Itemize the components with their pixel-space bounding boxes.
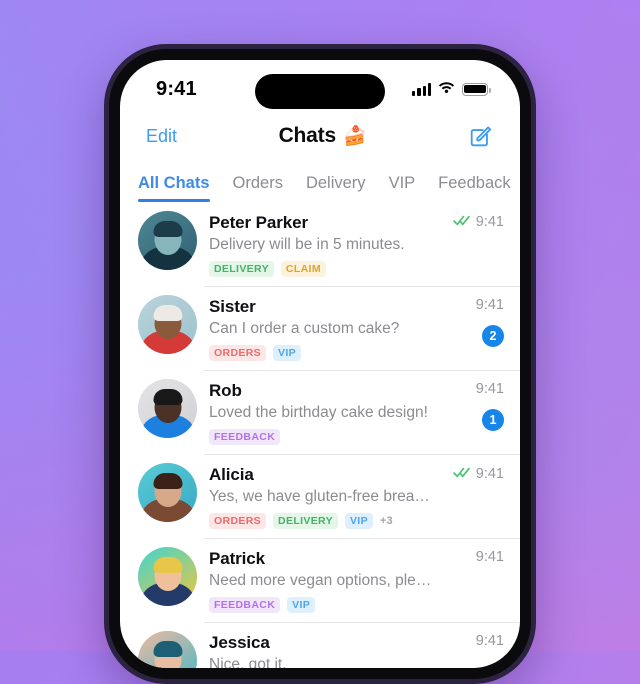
chat-preview-message: Delivery will be in 5 minutes. (209, 236, 405, 253)
compose-icon (470, 126, 492, 147)
chat-row-meta: 9:41 2 (436, 295, 504, 347)
battery-icon (462, 82, 491, 96)
wifi-icon (438, 80, 455, 98)
chat-tag-list: ORDERS DELIVERY VIP +3 (209, 512, 436, 529)
chat-tag-delivery: DELIVERY (273, 512, 338, 529)
chat-row-meta: 9:41 (436, 547, 504, 565)
chat-tag-list: ORDERS VIP (209, 344, 436, 361)
edit-button[interactable]: Edit (146, 126, 177, 147)
tab-vip[interactable]: VIP (389, 174, 416, 202)
chat-contact-name: Peter Parker (209, 213, 308, 232)
chat-row-content: Patrick Need more vegan options, please. F… (209, 547, 436, 613)
chat-list[interactable]: Peter Parker Delivery will be in 5 minute… (120, 202, 520, 668)
chat-preview-message: Need more vegan options, please. (209, 572, 436, 589)
page-title-text: Chats (278, 124, 337, 147)
tab-delivery[interactable]: Delivery (306, 174, 366, 202)
dynamic-island (255, 74, 385, 109)
chat-timestamp-line: 9:41 (476, 549, 504, 565)
cake-emoji-icon: 🍰 (342, 126, 367, 147)
chat-timestamp-line: 9:41 (452, 213, 504, 231)
page-title: Chats 🍰 (279, 124, 367, 148)
tab-feedback[interactable]: Feedback (438, 174, 510, 202)
avatar[interactable] (138, 631, 197, 668)
chat-preview-message: Loved the birthday cake design! (209, 404, 428, 421)
status-bar-time: 9:41 (156, 77, 197, 100)
chat-tag-list: FEEDBACK (209, 428, 436, 445)
chat-timestamp: 9:41 (475, 633, 504, 649)
chat-timestamp-line: 9:41 (452, 465, 504, 483)
chat-tag-feedback: FEEDBACK (209, 428, 281, 445)
chat-timestamp: 9:41 (475, 297, 504, 313)
chat-tag-orders: ORDERS (209, 512, 267, 529)
phone-frame: 9:41 Edit Chats 🍰 All Chats Orders Deliv… (104, 44, 536, 684)
chat-tag-orders: ORDERS (209, 344, 267, 361)
chat-row[interactable]: Patrick Need more vegan options, please. F… (120, 538, 520, 622)
chat-row-meta: 9:41 (436, 463, 504, 483)
chat-row-meta: 9:41 (436, 211, 504, 231)
read-receipt-double-check-icon (452, 213, 472, 231)
chat-row[interactable]: Alicia Yes, we have gluten-free bread ava… (120, 454, 520, 538)
avatar[interactable] (138, 463, 197, 522)
chat-row[interactable]: Jessica Nice, got it. 9:41 (120, 622, 520, 668)
chat-row-content: Rob Loved the birthday cake design! FEEDBA… (209, 379, 436, 445)
cellular-bars-icon (412, 82, 431, 96)
chat-row-content: Peter Parker Delivery will be in 5 minute… (209, 211, 436, 277)
chat-row[interactable]: Peter Parker Delivery will be in 5 minute… (120, 202, 520, 286)
status-bar-indicators (412, 80, 491, 98)
chat-timestamp-line: 9:41 (476, 633, 504, 649)
chat-tag-list: FEEDBACK VIP (209, 596, 436, 613)
chat-contact-name: Sister (209, 297, 256, 316)
chat-contact-name: Jessica (209, 633, 270, 652)
chat-tag-vip: VIP (273, 344, 302, 361)
chat-timestamp: 9:41 (475, 381, 504, 397)
phone-bezel: 9:41 Edit Chats 🍰 All Chats Orders Deliv… (109, 49, 531, 679)
tab-all-chats[interactable]: All Chats (138, 174, 210, 202)
tab-orders[interactable]: Orders (233, 174, 283, 202)
chat-row[interactable]: Sister Can I order a custom cake? ORDERS VI… (120, 286, 520, 370)
chat-row-content: Jessica Nice, got it. (209, 631, 436, 668)
unread-count-badge: 2 (482, 325, 504, 347)
chat-tag-claim: CLAIM (280, 260, 326, 277)
avatar[interactable] (138, 295, 197, 354)
chat-timestamp: 9:41 (475, 549, 504, 565)
tab-bar[interactable]: All ChatsOrdersDeliveryVIPFeedbackE (120, 160, 520, 202)
chat-tag-list: DELIVERY CLAIM (209, 260, 436, 277)
chat-row-content: Sister Can I order a custom cake? ORDERS VI… (209, 295, 436, 361)
compose-button[interactable] (468, 123, 494, 149)
chat-timestamp: 9:41 (475, 466, 504, 482)
avatar[interactable] (138, 379, 197, 438)
chat-timestamp-line: 9:41 (476, 297, 504, 313)
chat-tag-vip: VIP (344, 512, 373, 529)
chat-contact-name: Patrick (209, 549, 266, 568)
navigation-bar: Edit Chats 🍰 (120, 112, 520, 160)
chat-row[interactable]: Rob Loved the birthday cake design! FEEDBA… (120, 370, 520, 454)
unread-count-badge: 1 (482, 409, 504, 431)
chat-timestamp: 9:41 (475, 214, 504, 230)
avatar[interactable] (138, 547, 197, 606)
phone-screen: 9:41 Edit Chats 🍰 All Chats Orders Deliv… (120, 60, 520, 668)
chat-row-content: Alicia Yes, we have gluten-free bread ava… (209, 463, 436, 529)
chat-contact-name: Rob (209, 381, 242, 400)
read-receipt-double-check-icon (452, 465, 472, 483)
chat-tag-vip: VIP (287, 596, 316, 613)
chat-tag-feedback: FEEDBACK (209, 596, 281, 613)
chat-contact-name: Alicia (209, 465, 254, 484)
chat-row-meta: 9:41 (436, 631, 504, 649)
chat-timestamp-line: 9:41 (476, 381, 504, 397)
chat-tag-delivery: DELIVERY (209, 260, 274, 277)
chat-preview-message: Can I order a custom cake? (209, 320, 400, 337)
avatar[interactable] (138, 211, 197, 270)
chat-preview-message: Nice, got it. (209, 656, 287, 668)
status-bar: 9:41 (120, 60, 520, 112)
chat-tag-overflow-count: +3 (379, 514, 393, 527)
chat-preview-message: Yes, we have gluten-free bread available… (209, 488, 436, 505)
chat-row-meta: 9:41 1 (436, 379, 504, 431)
